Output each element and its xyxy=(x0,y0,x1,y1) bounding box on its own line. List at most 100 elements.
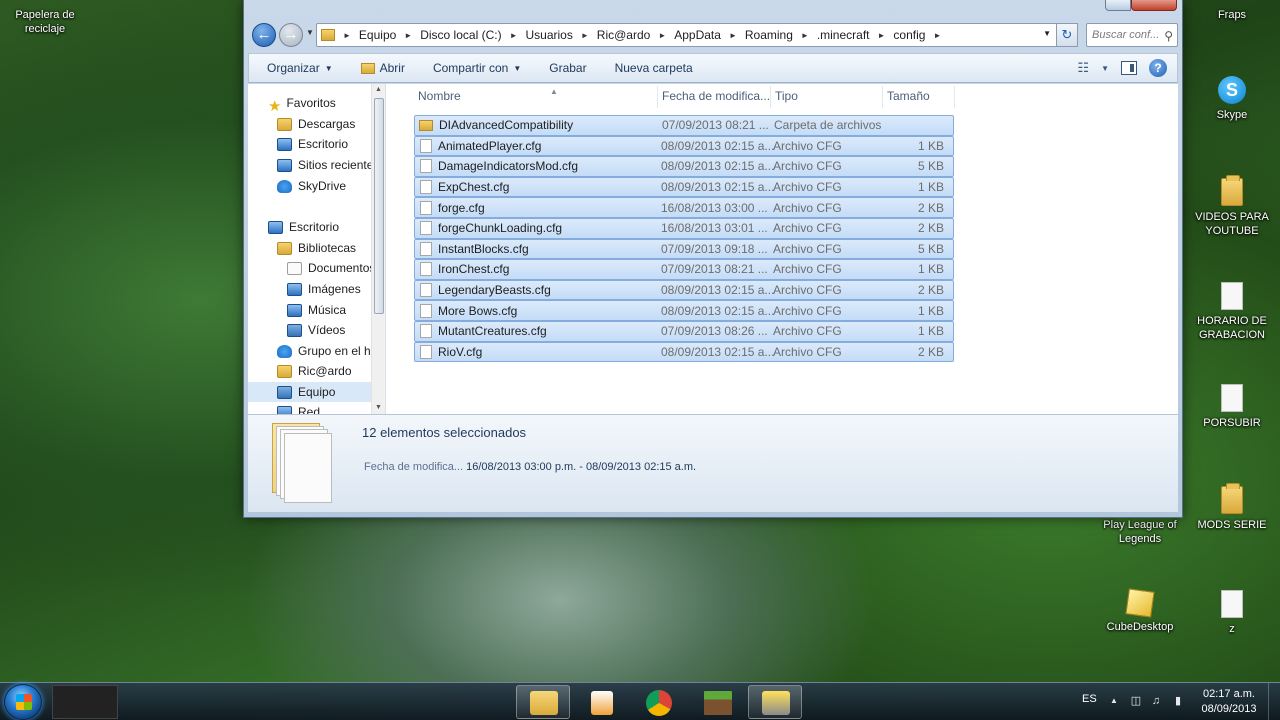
fraps-icon xyxy=(762,691,790,715)
refresh-button[interactable]: ↻ xyxy=(1056,23,1078,47)
search-input[interactable]: Buscar conf... ⚲ xyxy=(1086,23,1178,47)
chevron-right-icon[interactable]: ► xyxy=(729,31,737,40)
scrollbar-thumb[interactable] xyxy=(374,98,384,314)
chevron-right-icon[interactable]: ► xyxy=(878,31,886,40)
desktop-icon-recycle-bin[interactable]: Papelera de reciclaje xyxy=(5,0,85,36)
nav-item-descargas[interactable]: Descargas xyxy=(277,114,355,134)
start-button[interactable] xyxy=(4,684,42,720)
breadcrumb-roaming[interactable]: Roaming xyxy=(745,28,793,42)
nav-item-escritorio-root[interactable]: Escritorio xyxy=(268,217,339,237)
file-row[interactable]: DamageIndicatorsMod.cfg 08/09/2013 02:15… xyxy=(414,156,954,177)
breadcrumb-equipo[interactable]: Equipo xyxy=(359,28,396,42)
file-row[interactable]: More Bows.cfg 08/09/2013 02:15 a... Arch… xyxy=(414,300,954,321)
nav-item-equipo[interactable]: Equipo xyxy=(248,382,382,402)
file-row[interactable]: LegendaryBeasts.cfg 08/09/2013 02:15 a..… xyxy=(414,279,954,301)
chevron-right-icon[interactable]: ► xyxy=(801,31,809,40)
nav-item-label: Escritorio xyxy=(289,220,340,234)
chevron-right-icon[interactable]: ► xyxy=(933,31,941,40)
close-button[interactable] xyxy=(1131,0,1177,11)
network-status-icon[interactable]: ◫ xyxy=(1130,695,1142,707)
recent-pages-dropdown[interactable]: ▼ xyxy=(306,28,314,37)
taskbar-chrome-button[interactable] xyxy=(632,685,686,719)
file-row[interactable]: AnimatedPlayer.cfg 08/09/2013 02:15 a...… xyxy=(414,135,954,157)
organize-button[interactable]: Organizar ▼ xyxy=(267,61,333,75)
chevron-down-icon: ▼ xyxy=(324,63,333,73)
desktop-icon-z[interactable]: z xyxy=(1192,590,1272,636)
share-with-button[interactable]: Compartir con ▼ xyxy=(433,61,521,75)
file-row[interactable]: InstantBlocks.cfg 07/09/2013 09:18 ... A… xyxy=(414,238,954,260)
chevron-right-icon[interactable]: ► xyxy=(510,31,518,40)
burn-button[interactable]: Grabar xyxy=(549,61,586,75)
change-view-icon[interactable]: ☷ xyxy=(1077,60,1089,76)
file-row[interactable]: IronChest.cfg 07/09/2013 08:21 ... Archi… xyxy=(414,259,954,280)
chevron-right-icon[interactable]: ► xyxy=(343,31,351,40)
maximize-button[interactable] xyxy=(1105,0,1131,11)
nav-item-documentos[interactable]: Documentos xyxy=(287,258,375,278)
show-hidden-icons-icon[interactable]: ▲ xyxy=(1108,695,1120,707)
nav-item-grupo-hogar[interactable]: Grupo en el hoga xyxy=(277,341,385,361)
desktop-icon-cubedesktop[interactable]: CubeDesktop xyxy=(1100,588,1180,634)
nav-item-red[interactable]: Red xyxy=(277,402,320,414)
breadcrumb-user[interactable]: Ric@ardo xyxy=(597,28,651,42)
file-row[interactable]: DIAdvancedCompatibility 07/09/2013 08:21… xyxy=(414,115,954,136)
column-header-size[interactable]: Tamaño xyxy=(883,86,955,108)
nav-item-user[interactable]: Ric@ardo xyxy=(277,361,352,381)
chevron-down-icon[interactable]: ▼ xyxy=(1101,64,1109,73)
preview-pane-icon[interactable] xyxy=(1121,61,1137,75)
file-row[interactable]: forgeChunkLoading.cfg 16/08/2013 03:01 .… xyxy=(414,217,954,239)
share-with-label: Compartir con xyxy=(432,61,509,75)
nav-item-skydrive[interactable]: SkyDrive xyxy=(277,176,346,196)
taskbar-thumbnail[interactable] xyxy=(52,685,118,719)
file-row[interactable]: MutantCreatures.cfg 07/09/2013 08:26 ...… xyxy=(414,320,954,342)
taskbar-media-player-button[interactable] xyxy=(574,685,628,719)
nav-item-musica[interactable]: Música xyxy=(287,300,346,320)
breadcrumb-config[interactable]: config xyxy=(893,28,925,42)
homegroup-icon xyxy=(277,344,292,358)
address-dropdown-icon[interactable]: ▼ xyxy=(1043,29,1051,38)
language-indicator[interactable]: ES xyxy=(1082,693,1097,705)
chevron-right-icon[interactable]: ► xyxy=(581,31,589,40)
address-bar[interactable]: ► Equipo ► Disco local (C:) ► Usuarios ►… xyxy=(316,23,1078,47)
nav-item-escritorio[interactable]: Escritorio xyxy=(277,134,348,154)
breadcrumb-disco-local[interactable]: Disco local (C:) xyxy=(420,28,501,42)
file-row[interactable]: ExpChest.cfg 08/09/2013 02:15 a... Archi… xyxy=(414,176,954,198)
show-desktop-button[interactable] xyxy=(1268,683,1280,720)
help-icon[interactable]: ? xyxy=(1149,59,1167,77)
nav-item-videos[interactable]: Vídeos xyxy=(287,320,345,340)
file-row[interactable]: forge.cfg 16/08/2013 03:00 ... Archivo C… xyxy=(414,197,954,218)
clock[interactable]: 02:17 a.m. 08/09/2013 xyxy=(1196,687,1262,717)
column-header-date[interactable]: Fecha de modifica... xyxy=(658,86,771,108)
desktop-icon-league-of-legends[interactable]: Play League of Legends xyxy=(1100,518,1180,546)
file-row[interactable]: RioV.cfg 08/09/2013 02:15 a... Archivo C… xyxy=(414,341,954,363)
forward-button[interactable]: → xyxy=(279,23,303,47)
selection-date-range: Fecha de modifica... 16/08/2013 03:00 p.… xyxy=(364,461,696,473)
scroll-down-icon[interactable]: ▼ xyxy=(375,404,382,411)
chevron-right-icon[interactable]: ► xyxy=(658,31,666,40)
nav-item-sitios-recientes[interactable]: Sitios recientes xyxy=(277,155,379,175)
new-folder-button[interactable]: Nueva carpeta xyxy=(615,61,693,75)
taskbar-explorer-button[interactable] xyxy=(516,685,570,719)
volume-icon[interactable]: ♫ xyxy=(1150,695,1162,707)
desktop-icon-horario-de-grabacion[interactable]: HORARIO DE GRABACION xyxy=(1192,282,1272,342)
taskbar-fraps-button[interactable] xyxy=(748,685,802,719)
breadcrumb-usuarios[interactable]: Usuarios xyxy=(526,28,573,42)
column-header-name[interactable]: Nombre ▲ xyxy=(414,86,658,108)
desktop-icon-mods-serie[interactable]: MODS SERIE xyxy=(1192,483,1272,532)
desktop-icon-skype[interactable]: S Skype xyxy=(1192,76,1272,122)
open-button[interactable]: Abrir xyxy=(360,61,405,75)
breadcrumb-minecraft[interactable]: .minecraft xyxy=(817,28,870,42)
taskbar-minecraft-button[interactable] xyxy=(690,685,744,719)
power-icon[interactable]: ▮ xyxy=(1172,695,1184,707)
chevron-right-icon[interactable]: ► xyxy=(404,31,412,40)
nav-item-imagenes[interactable]: Imágenes xyxy=(287,279,361,299)
nav-item-favoritos[interactable]: ★ Favoritos xyxy=(268,93,336,115)
desktop-icon-videos-para-youtube[interactable]: VIDEOS PARA YOUTUBE xyxy=(1192,175,1272,238)
scroll-up-icon[interactable]: ▲ xyxy=(375,86,382,93)
nav-item-bibliotecas[interactable]: Bibliotecas xyxy=(277,238,356,258)
nav-pane-scrollbar[interactable]: ▲ ▼ xyxy=(371,84,385,414)
column-header-type[interactable]: Tipo xyxy=(771,86,883,108)
desktop-icon-fraps[interactable]: Fraps xyxy=(1192,0,1272,22)
desktop-icon-porsubir[interactable]: PORSUBIR xyxy=(1192,384,1272,430)
back-button[interactable]: ← xyxy=(252,23,276,47)
breadcrumb-appdata[interactable]: AppData xyxy=(674,28,721,42)
